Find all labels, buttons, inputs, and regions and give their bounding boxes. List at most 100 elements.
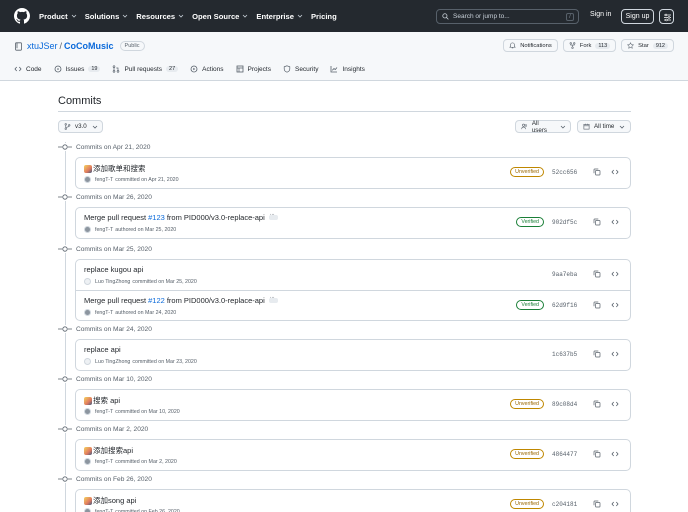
- tab-security-label: Security: [294, 65, 319, 73]
- commit-title-prefix[interactable]: Merge pull request: [84, 213, 146, 222]
- sign-in-link[interactable]: Sign in: [590, 11, 611, 18]
- commit-message[interactable]: 添加song api: [84, 495, 136, 506]
- copy-sha-button[interactable]: [592, 300, 602, 310]
- commit-message[interactable]: replace api: [84, 345, 121, 354]
- commit-sha-link[interactable]: c204181: [552, 501, 578, 508]
- fork-button[interactable]: Fork 113: [562, 39, 617, 52]
- browse-repo-button[interactable]: [610, 167, 620, 177]
- author-avatar[interactable]: [84, 408, 91, 415]
- author-avatar[interactable]: [84, 508, 91, 512]
- commit-sha-link[interactable]: 902df5c: [552, 219, 578, 226]
- tab-pull-requests[interactable]: Pull requests 27: [112, 65, 179, 73]
- sign-up-button[interactable]: Sign up: [621, 9, 654, 24]
- github-logo-icon[interactable]: [14, 8, 30, 24]
- commit-author[interactable]: fengT-T: [95, 177, 113, 183]
- verification-badge[interactable]: Unverified: [510, 399, 544, 409]
- commit-author[interactable]: fengT-T: [95, 310, 113, 316]
- commit-sha-link[interactable]: 52cc656: [552, 169, 578, 176]
- search-input[interactable]: Search or jump to... /: [436, 9, 579, 24]
- nav-solutions[interactable]: Solutions: [85, 12, 129, 21]
- tab-issues[interactable]: Issues 19: [54, 65, 101, 73]
- commit-title[interactable]: replace kugou api: [84, 265, 143, 274]
- copy-sha-button[interactable]: [592, 217, 602, 227]
- browse-repo-button[interactable]: [610, 499, 620, 509]
- verification-badge[interactable]: Unverified: [510, 167, 544, 177]
- time-filter[interactable]: All time: [577, 120, 631, 133]
- tab-insights[interactable]: Insights: [330, 65, 365, 73]
- verification-badge[interactable]: Unverified: [510, 499, 544, 509]
- people-icon: [521, 123, 528, 130]
- browse-repo-button[interactable]: [610, 349, 620, 359]
- author-avatar[interactable]: [84, 226, 91, 233]
- commit-author[interactable]: Luo TingZhong: [95, 279, 130, 285]
- commit-message[interactable]: Merge pull request #123 from PID000/v3.0-r…: [84, 212, 278, 222]
- copy-sha-button[interactable]: [592, 269, 602, 279]
- commit-title[interactable]: 添加搜索api: [93, 445, 133, 456]
- copy-sha-button[interactable]: [592, 167, 602, 177]
- notifications-button[interactable]: Notifications: [503, 39, 558, 52]
- commit-message[interactable]: 添加搜索api: [84, 445, 133, 456]
- page-title: Commits: [58, 95, 102, 107]
- author-avatar[interactable]: [84, 458, 91, 465]
- commit-title[interactable]: replace api: [84, 345, 121, 354]
- commit-meta: fengT-T committed on Feb 26, 2020: [84, 508, 180, 512]
- tab-security[interactable]: Security: [283, 65, 318, 73]
- copy-sha-button[interactable]: [592, 399, 602, 409]
- browse-repo-button[interactable]: [610, 449, 620, 459]
- author-avatar[interactable]: [84, 278, 91, 285]
- commit-message[interactable]: 搜索 api: [84, 395, 120, 406]
- tab-actions[interactable]: Actions: [190, 65, 224, 73]
- expand-ellipsis-button[interactable]: [268, 212, 278, 220]
- browse-repo-button[interactable]: [610, 300, 620, 310]
- browse-repo-button[interactable]: [610, 217, 620, 227]
- copy-sha-button[interactable]: [592, 349, 602, 359]
- nav-enterprise[interactable]: Enterprise: [256, 12, 303, 21]
- verification-badge[interactable]: Unverified: [510, 449, 544, 459]
- commit-title-suffix[interactable]: from PID000/v3.0-replace-api: [167, 213, 265, 222]
- browse-repo-button[interactable]: [610, 399, 620, 409]
- verification-badge[interactable]: Verified: [516, 217, 544, 227]
- repo-name-link[interactable]: CoCoMusic: [64, 41, 114, 51]
- nav-product[interactable]: Product: [39, 12, 77, 21]
- commit-sha-link[interactable]: 4864477: [552, 451, 578, 458]
- nav-resources[interactable]: Resources: [136, 12, 184, 21]
- code-icon: [611, 302, 619, 308]
- commit-message[interactable]: replace kugou api: [84, 265, 143, 274]
- nav-pricing[interactable]: Pricing: [311, 12, 337, 21]
- author-avatar[interactable]: [84, 176, 91, 183]
- browse-repo-button[interactable]: [610, 269, 620, 279]
- commit-author[interactable]: fengT-T: [95, 227, 113, 233]
- commit-author[interactable]: Luo TingZhong: [95, 359, 130, 365]
- commit-title[interactable]: 添加song api: [93, 495, 136, 506]
- author-avatar[interactable]: [84, 358, 91, 365]
- commit-title[interactable]: 搜索 api: [93, 395, 120, 406]
- author-avatar[interactable]: [84, 309, 91, 316]
- commit-author[interactable]: fengT-T: [95, 409, 113, 415]
- pull-request-link[interactable]: #123: [148, 213, 165, 222]
- nav-open-source[interactable]: Open Source: [192, 12, 248, 21]
- commit-sha-link[interactable]: 89c08d4: [552, 401, 578, 408]
- commit-sha-link[interactable]: 9aa7eba: [552, 271, 578, 278]
- commit-title-suffix[interactable]: from PID000/v3.0-replace-api: [167, 296, 265, 305]
- expand-ellipsis-button[interactable]: [268, 295, 278, 303]
- users-filter[interactable]: All users: [515, 120, 571, 134]
- pull-request-link[interactable]: #122: [148, 296, 165, 305]
- tab-code[interactable]: Code: [14, 65, 42, 73]
- tab-projects[interactable]: Projects: [236, 65, 271, 73]
- commit-author[interactable]: fengT-T: [95, 509, 113, 512]
- commit-message[interactable]: 添加歌单和搜索: [84, 163, 146, 174]
- commit-message[interactable]: Merge pull request #122 from PID000/v3.0-r…: [84, 295, 278, 305]
- copy-sha-button[interactable]: [592, 499, 602, 509]
- repo-owner-link[interactable]: xtuJSer: [27, 41, 58, 51]
- commit-title-prefix[interactable]: Merge pull request: [84, 296, 146, 305]
- commit-title[interactable]: 添加歌单和搜索: [93, 163, 146, 174]
- commit-sha-link[interactable]: 62d9f16: [552, 302, 578, 309]
- verification-badge[interactable]: Verified: [516, 300, 544, 310]
- site-menu-button[interactable]: [659, 9, 674, 24]
- star-button[interactable]: Star 912: [621, 39, 674, 52]
- branch-selector[interactable]: v3.0: [58, 120, 103, 133]
- commit-sha-link[interactable]: 1c637b5: [552, 351, 578, 358]
- copy-sha-button[interactable]: [592, 449, 602, 459]
- commit-author[interactable]: fengT-T: [95, 459, 113, 465]
- commit-group-box: 搜索 api fengT-T committed on Mar 10, 2020 Un…: [75, 389, 631, 421]
